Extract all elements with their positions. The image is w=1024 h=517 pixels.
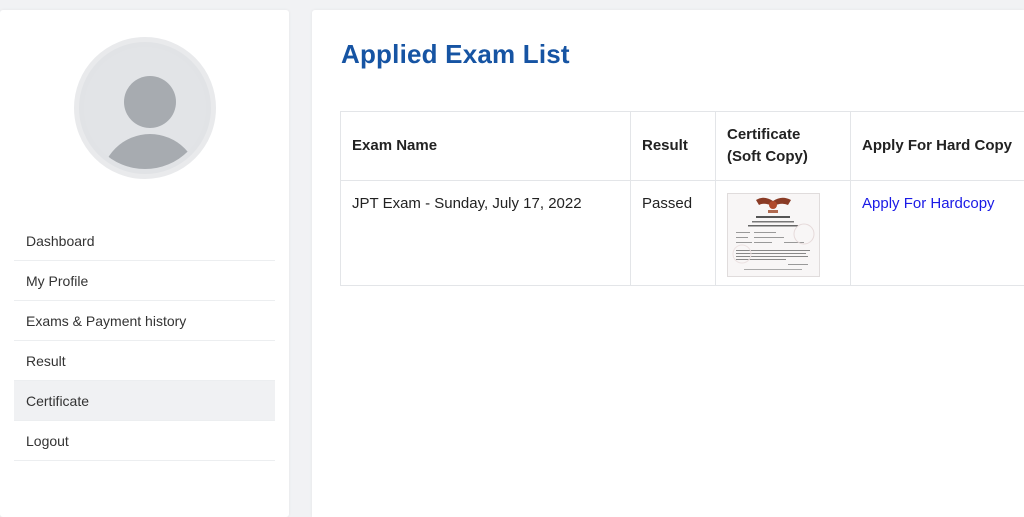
header-certificate-line1: Certificate [727, 126, 801, 143]
sidebar-item-dashboard[interactable]: Dashboard [14, 221, 275, 261]
sidebar-item-my-profile[interactable]: My Profile [14, 261, 275, 301]
sidebar-item-certificate[interactable]: Certificate [14, 381, 275, 421]
table-row: JPT Exam - Sunday, July 17, 2022 Passed [340, 180, 1024, 286]
header-certificate-line2: (Soft Copy) [727, 148, 808, 165]
main-panel: Applied Exam List Exam Name Result Certi… [312, 10, 1024, 517]
header-result: Result [630, 111, 716, 181]
sidebar-item-exams-payment-history[interactable]: Exams & Payment history [14, 301, 275, 341]
cell-certificate [715, 180, 851, 286]
cell-result: Passed [630, 180, 716, 286]
header-apply-hard-copy: Apply For Hard Copy [850, 111, 1024, 181]
header-exam-name: Exam Name [340, 111, 631, 181]
table-header-row: Exam Name Result Certificate (Soft Copy)… [340, 111, 1024, 181]
user-avatar-icon [74, 37, 216, 179]
header-certificate: Certificate (Soft Copy) [715, 111, 851, 181]
certificate-thumbnail[interactable] [727, 193, 820, 277]
sidebar-item-logout[interactable]: Logout [14, 421, 275, 461]
sidebar: Dashboard My Profile Exams & Payment his… [0, 10, 289, 517]
cell-exam-name: JPT Exam - Sunday, July 17, 2022 [340, 180, 631, 286]
applied-exam-table: Exam Name Result Certificate (Soft Copy)… [340, 111, 1024, 286]
sidebar-menu: Dashboard My Profile Exams & Payment his… [14, 221, 275, 461]
page-title: Applied Exam List [341, 39, 570, 69]
sidebar-item-result[interactable]: Result [14, 341, 275, 381]
apply-for-hardcopy-link[interactable]: Apply For Hardcopy [862, 195, 995, 212]
cell-apply-hard-copy: Apply For Hardcopy [850, 180, 1024, 286]
